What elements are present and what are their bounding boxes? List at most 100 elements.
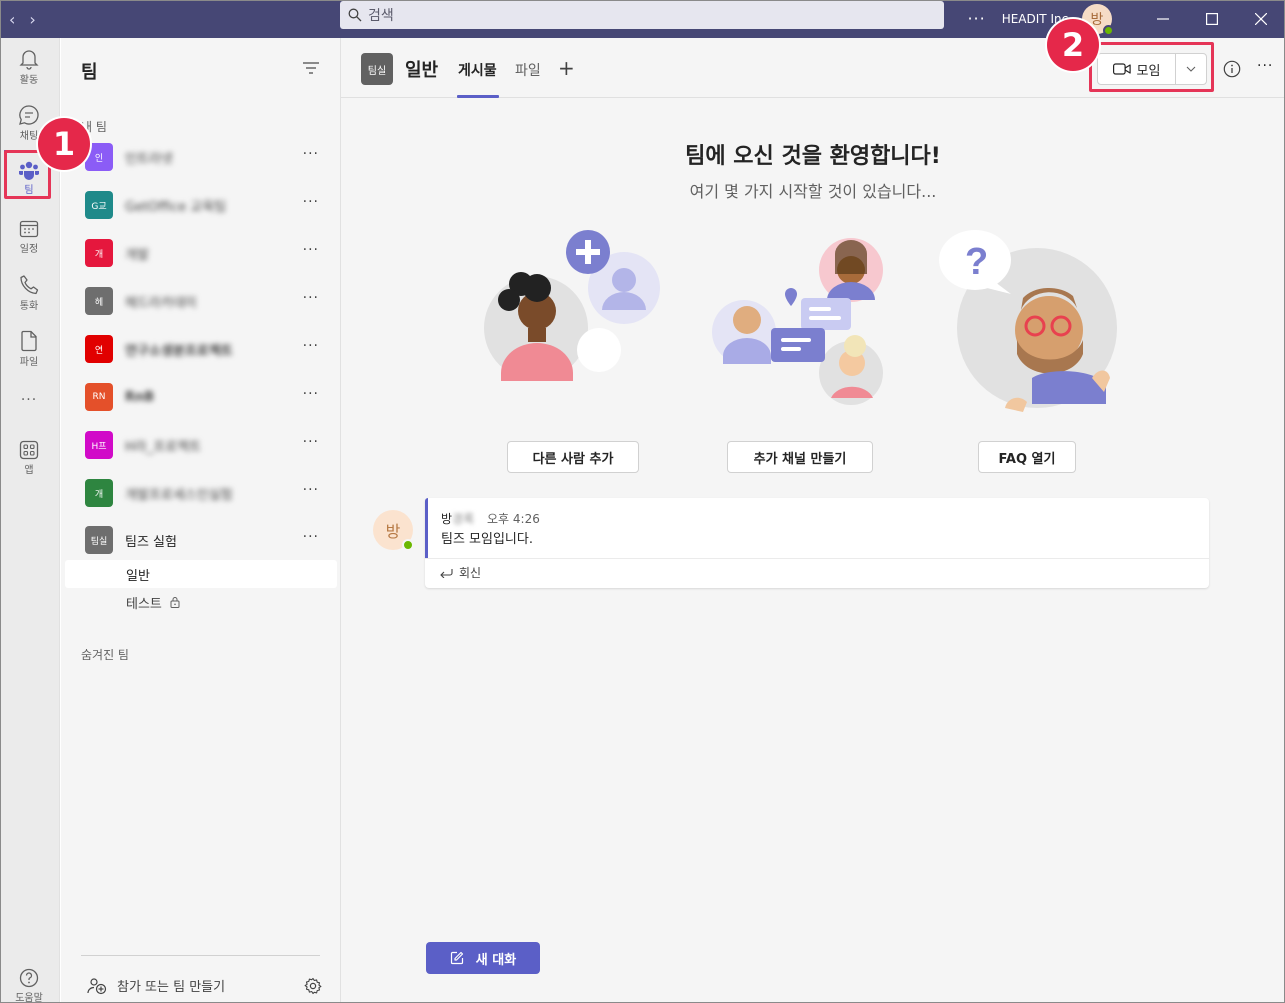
main-area: 팀실 일반 게시물 파일 + 모임 ··· 팀에 오신 것을 환영합니다! 여기… [341, 38, 1284, 1002]
presence-available-icon [1103, 24, 1114, 36]
message-text: 팀즈 모임입니다. [441, 532, 533, 547]
welcome-subtitle: 여기 몇 가지 시작할 것이 있습니다... [689, 182, 937, 201]
panel-title: 팀 [81, 62, 98, 83]
add-people-button[interactable]: 다른 사람 추가 [507, 441, 639, 473]
team-avatar: 개 [85, 479, 113, 507]
join-or-create-team-button[interactable]: 참가 또는 팀 만들기 [87, 976, 225, 995]
panel-footer-divider [81, 955, 320, 956]
search-icon [348, 8, 362, 22]
channel-title: 일반 [405, 60, 439, 81]
reply-icon [440, 568, 453, 578]
teams-panel: 팀 내 팀 인 인트라넷 ··· G교 GetOffice 교육팀 ··· 개 … [61, 38, 341, 1002]
message-author[interactable]: 방경록 [441, 510, 474, 527]
rail-item-files[interactable]: 파일 [1, 330, 57, 368]
avatar-initial: 방 [385, 522, 401, 541]
team-avatar: G교 [85, 191, 113, 219]
message-card[interactable]: 방경록 오후 4:26 팀즈 모임입니다. 회신 [425, 498, 1209, 588]
reply-button[interactable]: 회신 [439, 564, 481, 581]
team-row-current[interactable]: 팀실 팀즈 실험 ··· [65, 519, 337, 561]
rail-item-apps[interactable]: 앱 [1, 440, 57, 476]
apps-icon [19, 440, 39, 460]
rail-item-calls[interactable]: 통화 [1, 274, 57, 312]
channel-item-general[interactable]: 일반 [65, 560, 337, 588]
team-more-button[interactable]: ··· [303, 386, 319, 402]
tab-posts[interactable]: 게시물 [458, 60, 497, 80]
team-name: 인트라넷 [125, 151, 173, 167]
team-avatar: RN [85, 383, 113, 411]
team-row[interactable]: 헤 헤드라카데미 ··· [65, 280, 337, 322]
team-more-button[interactable]: ··· [303, 482, 319, 498]
section-hidden-teams[interactable]: 숨겨진 팀 [81, 646, 129, 663]
team-name: H라_프로젝트 [125, 439, 202, 455]
faq-illustration: ? [939, 230, 1117, 412]
team-more-button[interactable]: ··· [303, 194, 319, 210]
step-badge-2: 2 [1047, 19, 1099, 71]
tab-active-indicator [457, 95, 499, 98]
maximize-button[interactable] [1187, 0, 1236, 37]
team-row[interactable]: 연 연구소생분프로젝트 ··· [65, 328, 337, 370]
welcome-title: 팀에 오신 것을 환영합니다! [685, 144, 941, 169]
team-name: 개발 [125, 247, 149, 263]
rail-label: 앱 [24, 465, 34, 476]
team-row[interactable]: H프 H라_프로젝트 ··· [65, 424, 337, 466]
team-name: 팀즈 실험 [125, 534, 177, 550]
team-more-button[interactable]: ··· [303, 434, 319, 450]
channel-name: 일반 [126, 568, 150, 584]
rail-label: 통화 [19, 301, 39, 312]
team-row[interactable]: RN RnB ··· [65, 376, 337, 418]
team-row[interactable]: G교 GetOffice 교육팀 ··· [65, 184, 337, 226]
lock-icon [170, 597, 180, 608]
add-people-illustration [484, 230, 660, 381]
message-time: 오후 4:26 [487, 512, 540, 526]
header-more-button[interactable]: ··· [1257, 58, 1273, 74]
new-conversation-button[interactable]: 새 대화 [426, 942, 540, 974]
channel-name: 테스트 [126, 596, 162, 612]
gear-icon[interactable] [304, 977, 322, 995]
team-row[interactable]: 인 인트라넷 ··· [65, 136, 337, 178]
add-tab-button[interactable]: + [558, 56, 575, 80]
search-input[interactable]: 검색 [340, 1, 944, 29]
open-faq-button[interactable]: FAQ 열기 [978, 441, 1076, 473]
more-icon: ··· [20, 392, 38, 408]
minimize-button[interactable] [1138, 0, 1187, 37]
channel-item-test[interactable]: 테스트 [65, 588, 337, 616]
close-button[interactable] [1236, 0, 1285, 37]
message-accent-bar [425, 498, 428, 558]
team-row[interactable]: 개 개발프로세스인실험 ··· [65, 472, 337, 514]
maximize-icon [1205, 12, 1218, 25]
join-label: 참가 또는 팀 만들기 [117, 980, 226, 995]
team-avatar: 개 [85, 239, 113, 267]
titlebar-right: ··· HEADIT Inc. 방 [967, 0, 1285, 37]
reply-label: 회신 [459, 566, 482, 580]
rail-item-more[interactable]: ··· [1, 392, 57, 408]
step-badge-1: 1 [38, 118, 90, 170]
team-more-button[interactable]: ··· [303, 338, 319, 354]
rail-item-help[interactable]: 도움말 [1, 968, 57, 1003]
team-more-button[interactable]: ··· [303, 290, 319, 306]
team-more-button[interactable]: ··· [303, 242, 319, 258]
team-more-button[interactable]: ··· [303, 529, 319, 545]
forward-icon[interactable]: › [29, 10, 35, 29]
back-icon[interactable]: ‹ [9, 10, 15, 29]
team-avatar: 헤 [85, 287, 113, 315]
rail-item-calendar[interactable]: 일정 [1, 219, 57, 255]
rail-item-activity[interactable]: 활동 [1, 48, 57, 86]
presence-available-icon [402, 539, 414, 551]
team-avatar: 연 [85, 335, 113, 363]
team-more-button[interactable]: ··· [303, 146, 319, 162]
add-team-icon [87, 977, 107, 994]
highlight-meet-button [1089, 42, 1214, 92]
chat-icon [19, 105, 39, 125]
team-row[interactable]: 개 개발 ··· [65, 232, 337, 274]
create-channel-button[interactable]: 추가 채널 만들기 [727, 441, 873, 473]
channels-illustration [712, 238, 883, 405]
rail-label: 채팅 [19, 131, 39, 142]
message-avatar[interactable]: 방 [373, 510, 414, 551]
new-conversation-label: 새 대화 [475, 952, 517, 968]
info-icon[interactable] [1223, 60, 1241, 78]
calendar-icon [19, 220, 39, 238]
settings-more-button[interactable]: ··· [967, 9, 985, 28]
tab-files[interactable]: 파일 [515, 60, 541, 80]
filter-icon[interactable] [303, 62, 319, 74]
rail-label: 활동 [19, 75, 39, 86]
